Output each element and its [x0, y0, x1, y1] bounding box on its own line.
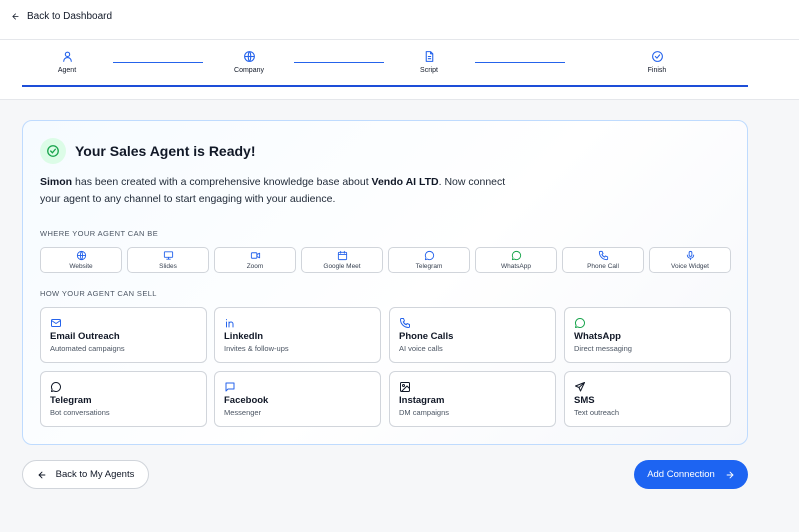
back-to-dashboard-link[interactable]: Back to Dashboard [11, 9, 112, 23]
sell-subtitle: Bot conversations [50, 408, 110, 417]
back-to-dashboard-label: Back to Dashboard [27, 10, 113, 22]
step-connector [113, 62, 203, 63]
channel-label: Phone Call [587, 263, 619, 270]
image-icon [400, 382, 410, 392]
progress-stepper: Agent Company Script Finish [22, 40, 748, 87]
sell-instagram[interactable]: Instagram DM campaigns [389, 371, 556, 427]
video-icon [250, 252, 260, 259]
message-square-icon [225, 382, 235, 392]
success-badge [40, 138, 66, 164]
sell-title: WhatsApp [574, 331, 621, 342]
globe-icon [76, 250, 86, 261]
channel-label: WhatsApp [501, 263, 531, 270]
sell-linkedin[interactable]: LinkedIn Invites & follow-ups [214, 307, 381, 363]
channel-telegram[interactable]: Telegram [388, 247, 470, 273]
mail-icon [51, 319, 61, 327]
step-company[interactable]: Company [214, 50, 284, 74]
sell-email-outreach[interactable]: Email Outreach Automated campaigns [40, 307, 207, 363]
channel-whatsapp[interactable]: WhatsApp [475, 247, 557, 273]
sell-subtitle: DM campaigns [399, 408, 450, 417]
sell-subtitle: AI voice calls [399, 344, 443, 353]
step-agent[interactable]: Agent [32, 50, 102, 74]
add-connection-label: Add Connection [647, 469, 715, 480]
globe-icon [243, 51, 255, 62]
add-connection-button[interactable]: Add Connection [634, 460, 748, 489]
how-section-label: HOW YOUR AGENT CAN SELL [40, 289, 157, 298]
sell-title: Instagram [399, 395, 445, 406]
channel-slides[interactable]: Slides [127, 247, 209, 273]
phone-icon [598, 250, 608, 261]
channel-label: Zoom [246, 263, 264, 270]
step-label: Agent [57, 67, 77, 74]
sell-telegram[interactable]: Telegram Bot conversations [40, 371, 207, 427]
channel-voice-widget[interactable]: Voice Widget [649, 247, 731, 273]
card-title: Your Sales Agent is Ready! [75, 143, 256, 159]
sell-sms[interactable]: SMS Text outreach [564, 371, 731, 427]
microphone-icon [686, 250, 694, 261]
channel-zoom[interactable]: Zoom [214, 247, 296, 273]
whatsapp-icon [575, 318, 585, 328]
sell-title: SMS [574, 395, 595, 406]
step-script[interactable]: Script [394, 50, 464, 74]
presentation-icon [163, 251, 173, 260]
channel-label: Website [69, 263, 93, 270]
sell-title: Phone Calls [399, 331, 454, 342]
company-name: Vendo AI LTD [371, 176, 439, 188]
back-to-my-agents-label: Back to My Agents [55, 469, 135, 480]
channel-website[interactable]: Website [40, 247, 122, 273]
check-circle-icon [651, 51, 663, 62]
step-connector [294, 62, 384, 63]
sell-title: LinkedIn [224, 331, 264, 342]
send-icon [575, 382, 585, 392]
document-icon [425, 51, 433, 62]
sell-subtitle: Direct messaging [574, 344, 632, 353]
step-label: Finish [647, 67, 667, 74]
card-description: Simon has been created with a comprehens… [40, 174, 510, 208]
channel-list: Website Slides Zoom Google Meet Telegram… [40, 247, 732, 273]
channel-phone-call[interactable]: Phone Call [562, 247, 644, 273]
calendar-icon [337, 250, 347, 261]
description-text: has been created with a comprehensive kn… [72, 176, 372, 188]
sell-subtitle: Automated campaigns [50, 344, 125, 353]
arrow-left-icon [38, 471, 46, 478]
step-connector [475, 62, 565, 63]
sell-subtitle: Text outreach [574, 408, 620, 417]
step-finish[interactable]: Finish [622, 50, 692, 74]
where-section-label: WHERE YOUR AGENT CAN BE [40, 229, 159, 238]
agent-name: Simon [40, 176, 73, 188]
arrow-left-icon [12, 12, 19, 20]
channel-label: Slides [159, 263, 177, 270]
channel-label: Voice Widget [671, 263, 709, 270]
channel-label: Telegram [415, 263, 443, 270]
sell-subtitle: Messenger [224, 408, 262, 417]
step-label: Script [420, 67, 438, 74]
top-bar: Back to Dashboard [0, 0, 799, 40]
sell-title: Email Outreach [50, 331, 120, 342]
sell-facebook[interactable]: Facebook Messenger [214, 371, 381, 427]
sell-subtitle: Invites & follow-ups [224, 344, 289, 353]
channel-label: Google Meet [323, 263, 361, 270]
linkedin-icon [226, 319, 234, 328]
back-to-my-agents-button[interactable]: Back to My Agents [22, 460, 149, 489]
channel-google-meet[interactable]: Google Meet [301, 247, 383, 273]
agent-ready-card: Your Sales Agent is Ready! Simon has bee… [22, 120, 748, 445]
sell-title: Facebook [224, 395, 269, 406]
stepper-bar: Agent Company Script Finish [0, 40, 799, 100]
check-circle-icon [47, 145, 59, 157]
step-label: Company [234, 67, 264, 74]
sell-title: Telegram [50, 395, 92, 406]
user-icon [62, 51, 72, 62]
chat-bubble-icon [51, 382, 61, 392]
sell-phone-calls[interactable]: Phone Calls AI voice calls [389, 307, 556, 363]
sell-whatsapp[interactable]: WhatsApp Direct messaging [564, 307, 731, 363]
arrow-right-icon [726, 471, 734, 478]
phone-icon [400, 318, 410, 328]
whatsapp-icon [511, 250, 521, 261]
chat-bubble-icon [424, 250, 434, 261]
